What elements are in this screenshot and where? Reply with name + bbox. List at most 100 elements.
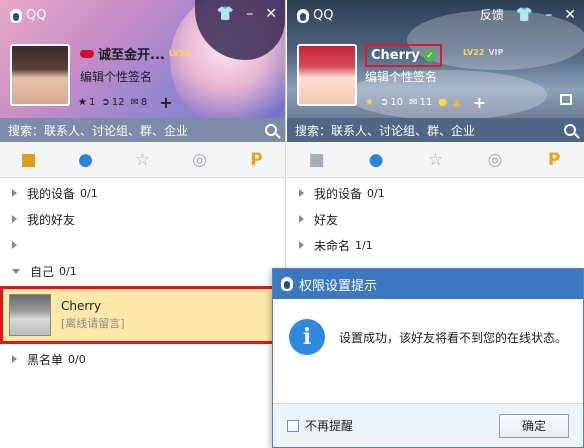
search-bar[interactable]: 搜索：联系人、讨论组、群、企业: [0, 118, 285, 142]
nickname[interactable]: Cherry ✓: [365, 44, 442, 67]
chevron-right-icon: [12, 241, 17, 249]
group-blacklist[interactable]: 黑名单 0/0: [0, 346, 285, 372]
group-my-devices[interactable]: 我的设备 0/1: [287, 180, 584, 206]
right-header: QQ 反馈 👕 – ✕ Cherry ✓ LV22 VIP 编辑个性签名 ★ ➲…: [287, 0, 584, 118]
redacted-block: [344, 212, 435, 226]
plus-icon[interactable]: +: [159, 93, 172, 112]
qq-penguin-icon: [297, 8, 309, 23]
group-my-devices[interactable]: 我的设备 0/1: [0, 180, 285, 206]
dialog-title: 权限设置提示: [299, 278, 378, 294]
minimize-icon[interactable]: –: [246, 6, 253, 22]
contact-list: 我的设备 0/1 我的好友 自己 0/1 Cherry [离线请留言] 黑名单 0/0: [0, 180, 285, 372]
group-redacted[interactable]: [0, 232, 285, 258]
group-label: 我的好友: [27, 212, 76, 227]
group-count: 0/1: [59, 264, 77, 278]
qq-penguin-icon: [281, 277, 293, 291]
signature[interactable]: 编辑个性签名: [80, 68, 152, 85]
avatar[interactable]: [10, 44, 70, 106]
group-friends[interactable]: 好友: [287, 206, 584, 232]
group-tab-icon[interactable]: ◎: [485, 150, 505, 170]
mail-counter[interactable]: ✉ 11: [409, 97, 432, 108]
group-count: 1/1: [355, 238, 373, 252]
star-icon: ★: [78, 97, 87, 108]
chevron-right-icon: [12, 355, 17, 363]
search-bar[interactable]: 搜索：联系人、讨论组、群、企业: [287, 118, 584, 142]
medal-icon[interactable]: ▲: [453, 97, 461, 108]
qzone-counter[interactable]: ➲ 10: [380, 97, 403, 108]
group-count: 0/1: [80, 186, 98, 200]
app-title: QQ: [26, 8, 47, 23]
group-self[interactable]: 自己 0/1: [0, 258, 285, 284]
qzone-count: 12: [111, 97, 125, 108]
shirt-icon[interactable]: 👕: [516, 7, 533, 23]
minimize-icon[interactable]: –: [545, 7, 552, 23]
group-label: 我的设备: [314, 186, 363, 201]
star-counter[interactable]: ★ 1: [78, 97, 95, 108]
star-count: 1: [88, 97, 96, 108]
close-icon[interactable]: ✕: [564, 7, 576, 23]
nickname-text: Cherry: [371, 48, 420, 63]
group-count: 0/0: [68, 352, 86, 366]
search-icon[interactable]: [265, 124, 277, 136]
mail-count: 11: [419, 97, 433, 108]
search-icon[interactable]: [564, 124, 576, 136]
dialog-titlebar: 权限设置提示: [273, 269, 583, 299]
chevron-right-icon: [12, 189, 17, 197]
plus-icon[interactable]: +: [473, 93, 486, 112]
mail-icon: ✉: [130, 97, 139, 108]
group-my-friends[interactable]: 我的好友: [0, 206, 285, 232]
contact-text: Cherry [离线请留言]: [61, 299, 125, 331]
group-label: 好友: [314, 212, 339, 227]
chevron-right-icon: [12, 215, 17, 223]
chat-tab-icon[interactable]: ■: [19, 150, 39, 170]
search-input[interactable]: 搜索：联系人、讨论组、群、企业: [295, 122, 564, 139]
favorite-tab-icon[interactable]: ☆: [425, 150, 445, 170]
group-label: 黑名单: [27, 352, 64, 367]
star-icon[interactable]: ★: [365, 97, 374, 108]
redacted-block: [75, 212, 166, 226]
avatar[interactable]: [297, 44, 357, 106]
dialog-body: i 设置成功，该好友将看不到您的在线状态。: [289, 319, 567, 355]
window-controls: 👕 – ✕: [217, 6, 277, 22]
dialog-footer: 不再提醒 确定: [273, 403, 583, 447]
signature[interactable]: 编辑个性签名: [365, 68, 437, 85]
chat-tab-icon[interactable]: ■: [307, 150, 327, 170]
status-icons: ★ 1 ➲ 12 ✉ 8 +: [78, 93, 173, 112]
contact-tab-icon[interactable]: ●: [76, 150, 96, 170]
status-icons: ★ ➲ 10 ✉ 11 ● ▲ +: [365, 93, 486, 112]
online-check-icon: ✓: [423, 49, 436, 62]
qzone-counter[interactable]: ➲ 12: [101, 97, 124, 108]
mail-counter[interactable]: ✉ 8: [130, 97, 147, 108]
checkbox-label: 不再提醒: [305, 419, 354, 433]
qzone-icon: ➲: [101, 97, 110, 108]
checkbox-box[interactable]: [287, 419, 299, 432]
nickname[interactable]: 诚至金开... LV30: [80, 44, 190, 63]
p-tab-icon[interactable]: P: [544, 150, 564, 170]
qzone-count: 10: [390, 97, 404, 108]
qq-logo: QQ: [297, 8, 333, 23]
group-label: 我的设备: [27, 186, 76, 201]
group-label: 未命名: [314, 238, 351, 253]
p-tab-icon[interactable]: P: [247, 150, 267, 170]
search-input[interactable]: 搜索：联系人、讨论组、群、企业: [8, 122, 265, 139]
close-icon[interactable]: ✕: [265, 6, 277, 22]
left-header: QQ 👕 – ✕ 诚至金开... LV30 编辑个性签名 ★ 1 ➲ 12 ✉ 8 +: [0, 0, 285, 118]
group-unnamed[interactable]: 未命名 1/1: [287, 232, 584, 258]
ok-button[interactable]: 确定: [499, 413, 569, 438]
chevron-right-icon: [299, 241, 304, 249]
wallet-icon[interactable]: ●: [438, 97, 447, 108]
favorite-tab-icon[interactable]: ☆: [133, 150, 153, 170]
feedback-link[interactable]: 反馈: [480, 6, 504, 23]
menu-grid-icon[interactable]: [560, 94, 572, 105]
tab-bar: ■ ● ☆ ◎ P: [0, 142, 285, 178]
shirt-icon[interactable]: 👕: [217, 6, 234, 22]
contact-name: Cherry: [61, 299, 102, 313]
dont-remind-checkbox[interactable]: 不再提醒: [287, 417, 353, 434]
contact-tab-icon[interactable]: ●: [366, 150, 386, 170]
lips-icon: [80, 49, 94, 58]
list-item-cherry[interactable]: Cherry [离线请留言]: [0, 286, 285, 344]
group-tab-icon[interactable]: ◎: [190, 150, 210, 170]
qq-penguin-icon: [10, 8, 22, 23]
contact-status: [离线请留言]: [61, 317, 125, 330]
chevron-right-icon: [299, 215, 304, 223]
